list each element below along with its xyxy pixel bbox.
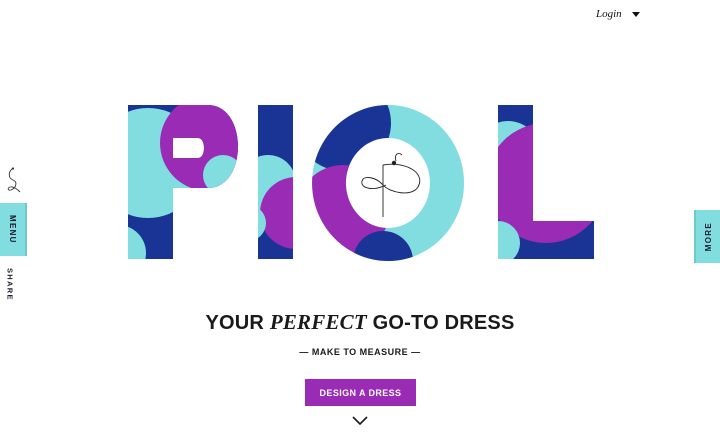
signature-mark [361,152,421,217]
chevron-down-icon[interactable] [352,416,368,426]
headline-after: GO-TO DRESS [366,312,515,334]
login-label: Login [596,8,622,20]
signature-logo-icon[interactable] [4,166,22,194]
letter-l [498,105,594,259]
menu-label: MENU [8,215,17,244]
share-label: SHARE [5,267,15,301]
more-label: MORE [703,221,713,252]
menu-button[interactable]: MENU [0,203,25,256]
tagline: — MAKE TO MEASURE — [299,347,421,357]
design-a-dress-button[interactable]: DESIGN A DRESS [305,379,416,406]
more-button[interactable]: MORE [696,210,720,263]
headline-emphasis: PERFECT [269,310,367,334]
brand-hero-logo [128,105,594,261]
login-dropdown[interactable]: Login [596,8,640,20]
share-button[interactable]: SHARE [0,262,20,306]
letter-o [312,105,465,261]
headline-before: YOUR [205,312,270,334]
letter-p [128,105,238,259]
headline: YOUR PERFECT GO-TO DRESS [0,310,720,335]
caret-down-icon [631,12,640,17]
